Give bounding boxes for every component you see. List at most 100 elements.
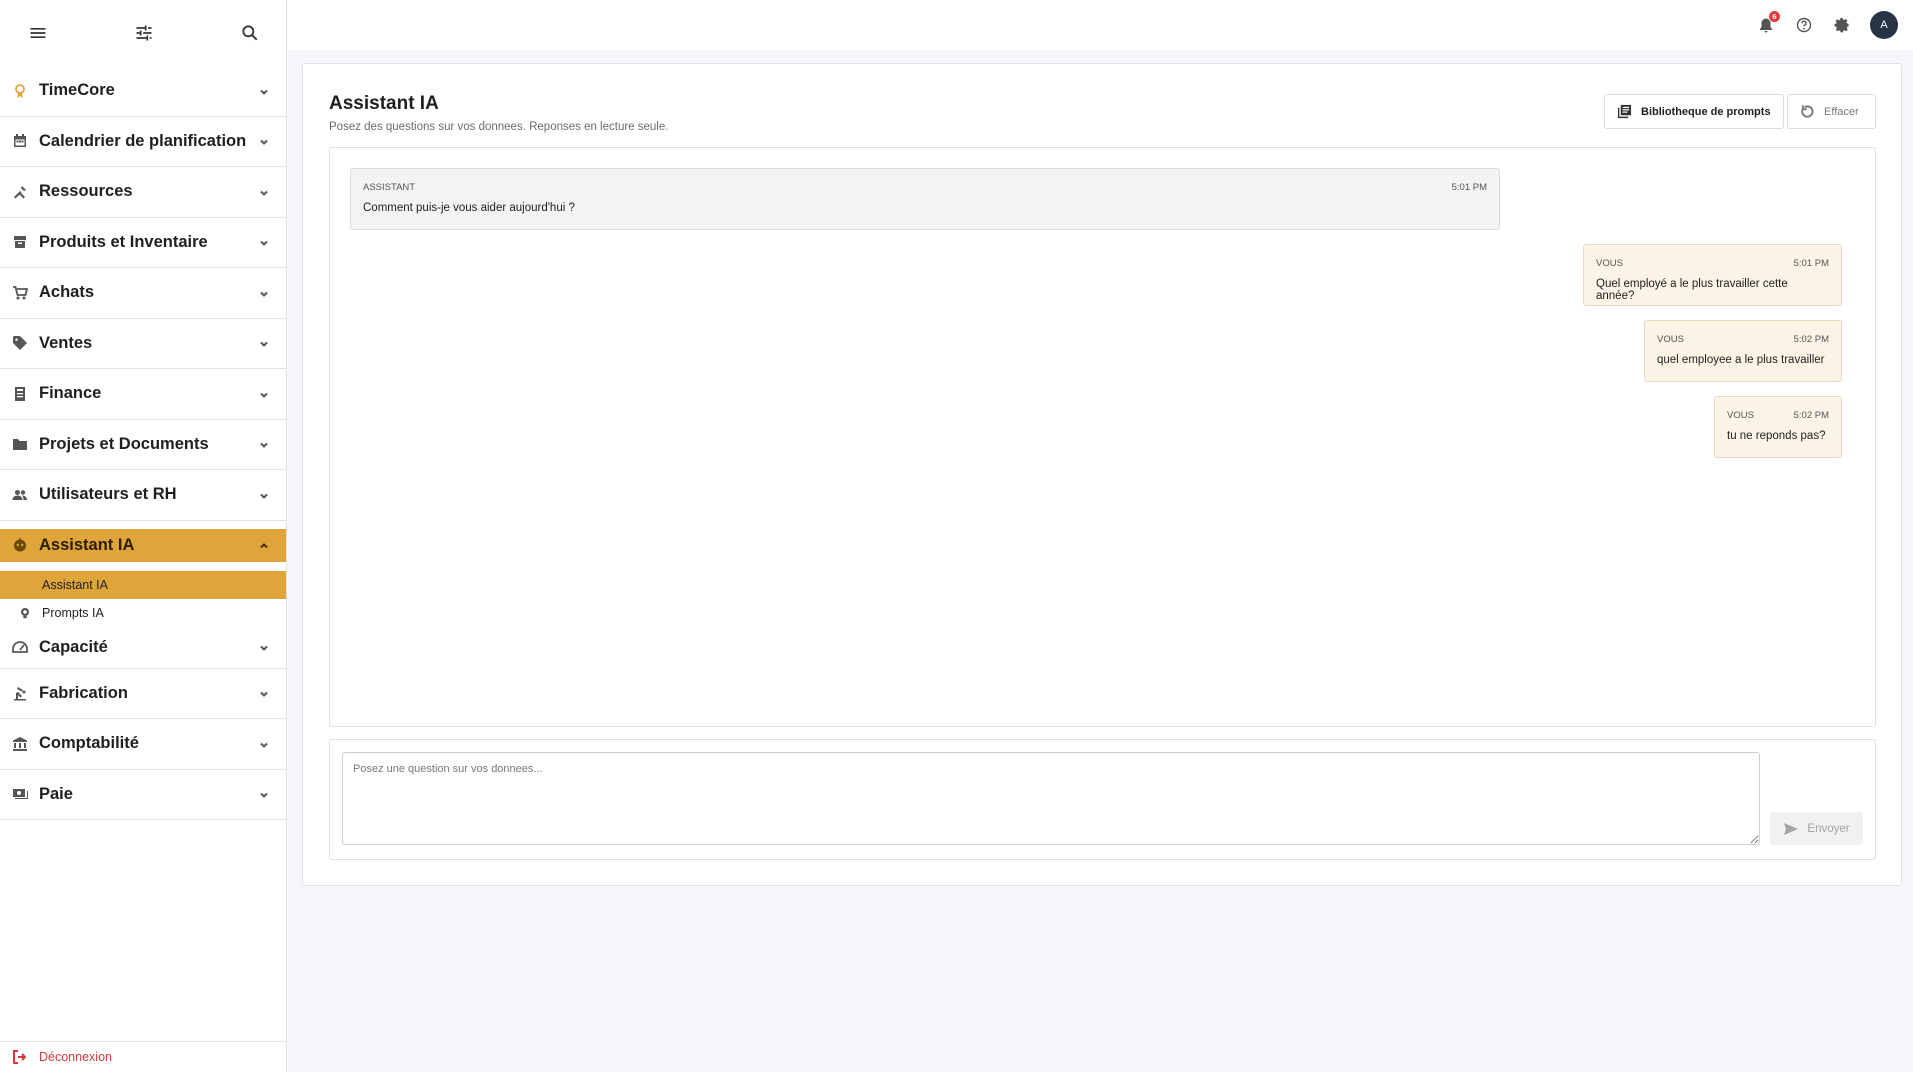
chevron-down-icon [258, 337, 270, 349]
message-meta: VOUS 5:02 PM [1727, 410, 1829, 421]
user-message: VOUS 5:02 PM tu ne reponds pas? [1714, 396, 1842, 458]
nav-group-calendrier[interactable]: Calendrier de planification [0, 117, 286, 167]
composer: Envoyer [329, 739, 1876, 860]
clear-label: Effacer [1824, 105, 1859, 118]
sub-item-label: Prompts IA [42, 605, 104, 620]
prompt-library-label: Bibliotheque de prompts [1641, 105, 1771, 118]
filter-sliders-icon[interactable] [132, 21, 156, 45]
chevron-down-icon [258, 186, 270, 198]
nav-group-comptabilite[interactable]: Comptabilité [0, 719, 286, 770]
clear-button[interactable]: Effacer [1787, 94, 1876, 129]
calendar-icon [12, 133, 28, 149]
logout-icon [13, 1050, 27, 1064]
nav-label: Achats [39, 283, 95, 302]
nav-label: Fabrication [39, 683, 128, 702]
menu-icon[interactable] [26, 21, 50, 45]
search-icon[interactable] [238, 21, 262, 45]
nav-label: Calendrier de planification [39, 131, 247, 150]
page-subtitle: Posez des questions sur vos donnees. Rep… [329, 121, 669, 133]
chevron-down-icon [258, 738, 270, 750]
notifications-button[interactable]: 6 [1755, 11, 1780, 36]
chevron-down-icon [258, 438, 270, 450]
logout-label: Déconnexion [39, 1050, 112, 1064]
nav-label: Capacité [39, 637, 108, 656]
send-button[interactable]: Envoyer [1770, 812, 1863, 845]
message-role: VOUS [1657, 334, 1684, 345]
chevron-down-icon [258, 687, 270, 699]
nav-group-utilisateurs[interactable]: Utilisateurs et RH [0, 470, 286, 521]
nav-label: Produits et Inventaire [39, 232, 208, 251]
folder-icon [12, 436, 28, 452]
user-message: VOUS 5:01 PM Quel employé a le plus trav… [1583, 244, 1842, 306]
refresh-icon [1801, 105, 1814, 118]
message-meta: VOUS 5:01 PM [1596, 258, 1829, 269]
inventory-icon [12, 234, 28, 250]
chevron-down-icon [258, 85, 270, 97]
nav-label: Projets et Documents [39, 434, 209, 453]
sidebar-item-assistant-ia[interactable]: Assistant IA [0, 570, 286, 599]
nav-label: Finance [39, 384, 102, 403]
message-text: Quel employé a le plus travailler cette … [1596, 278, 1788, 302]
message-time: 5:02 PM [1793, 410, 1829, 421]
nav-group-finance[interactable]: Finance [0, 369, 286, 420]
sidebar: TimeCore Calendrier de planification Res… [0, 0, 287, 1072]
nav-label: Assistant IA [39, 535, 135, 554]
message-meta: ASSISTANT 5:01 PM [363, 182, 1487, 193]
gear-icon[interactable] [1831, 14, 1853, 36]
page-title: Assistant IA [329, 93, 439, 114]
library-icon [1617, 104, 1632, 119]
chevron-down-icon [258, 788, 270, 800]
robot-icon [12, 537, 28, 553]
topbar: 6 A [288, 0, 1913, 50]
nav-group-achats[interactable]: Achats [0, 268, 286, 319]
lightbulb-icon [19, 607, 31, 619]
help-icon[interactable] [1793, 14, 1815, 36]
nav-group-fabrication[interactable]: Fabrication [0, 669, 286, 719]
message-time: 5:02 PM [1793, 334, 1829, 345]
message-text: tu ne reponds pas? [1727, 430, 1826, 442]
logout-button[interactable]: Déconnexion [0, 1041, 287, 1072]
nav-group-timecore[interactable]: TimeCore [0, 66, 286, 117]
tag-icon [12, 335, 28, 351]
message-role: ASSISTANT [363, 182, 416, 193]
send-icon [1784, 822, 1799, 835]
chevron-down-icon [258, 135, 270, 147]
message-meta: VOUS 5:02 PM [1657, 334, 1829, 345]
users-icon [12, 487, 28, 503]
nav-label: TimeCore [39, 81, 115, 100]
message-time: 5:01 PM [1451, 182, 1487, 193]
sub-item-label: Assistant IA [42, 577, 108, 592]
gauge-icon [12, 639, 28, 655]
prompt-library-button[interactable]: Bibliotheque de prompts [1604, 94, 1784, 129]
tools-icon [12, 184, 28, 200]
nav-label: Comptabilité [39, 734, 139, 753]
factory-icon [12, 685, 28, 701]
chevron-down-icon [258, 236, 270, 248]
message-role: VOUS [1727, 410, 1754, 421]
notification-badge: 6 [1769, 11, 1780, 22]
chat-panel: ASSISTANT 5:01 PM Comment puis-je vous a… [329, 147, 1876, 727]
nav-label: Ressources [39, 182, 133, 201]
assistant-card: Assistant IA Posez des questions sur vos… [302, 63, 1902, 886]
nav-group-ventes[interactable]: Ventes [0, 319, 286, 369]
nav-group-produits[interactable]: Produits et Inventaire [0, 218, 286, 268]
avatar[interactable]: A [1870, 11, 1898, 39]
nav-group-capacite[interactable]: Capacité [0, 627, 286, 669]
nav-group-assistant-ia[interactable]: Assistant IA [0, 528, 286, 562]
nav-group-paie[interactable]: Paie [0, 770, 286, 820]
nav-label: Utilisateurs et RH [39, 485, 177, 504]
question-input[interactable] [342, 752, 1760, 845]
message-role: VOUS [1596, 258, 1623, 269]
nav-group-ressources[interactable]: Ressources [0, 167, 286, 218]
sidebar-toolbar [0, 0, 286, 66]
assistant-message: ASSISTANT 5:01 PM Comment puis-je vous a… [350, 168, 1500, 230]
message-text: Comment puis-je vous aider aujourd'hui ? [363, 202, 575, 214]
finance-icon [12, 386, 28, 402]
chevron-down-icon [258, 641, 270, 653]
chevron-down-icon [258, 489, 270, 501]
chevron-up-icon [258, 539, 270, 551]
nav-group-projets[interactable]: Projets et Documents [0, 420, 286, 470]
sidebar-item-prompts-ia[interactable]: Prompts IA [0, 599, 286, 627]
nav-label: Paie [39, 784, 73, 803]
message-time: 5:01 PM [1793, 258, 1829, 269]
